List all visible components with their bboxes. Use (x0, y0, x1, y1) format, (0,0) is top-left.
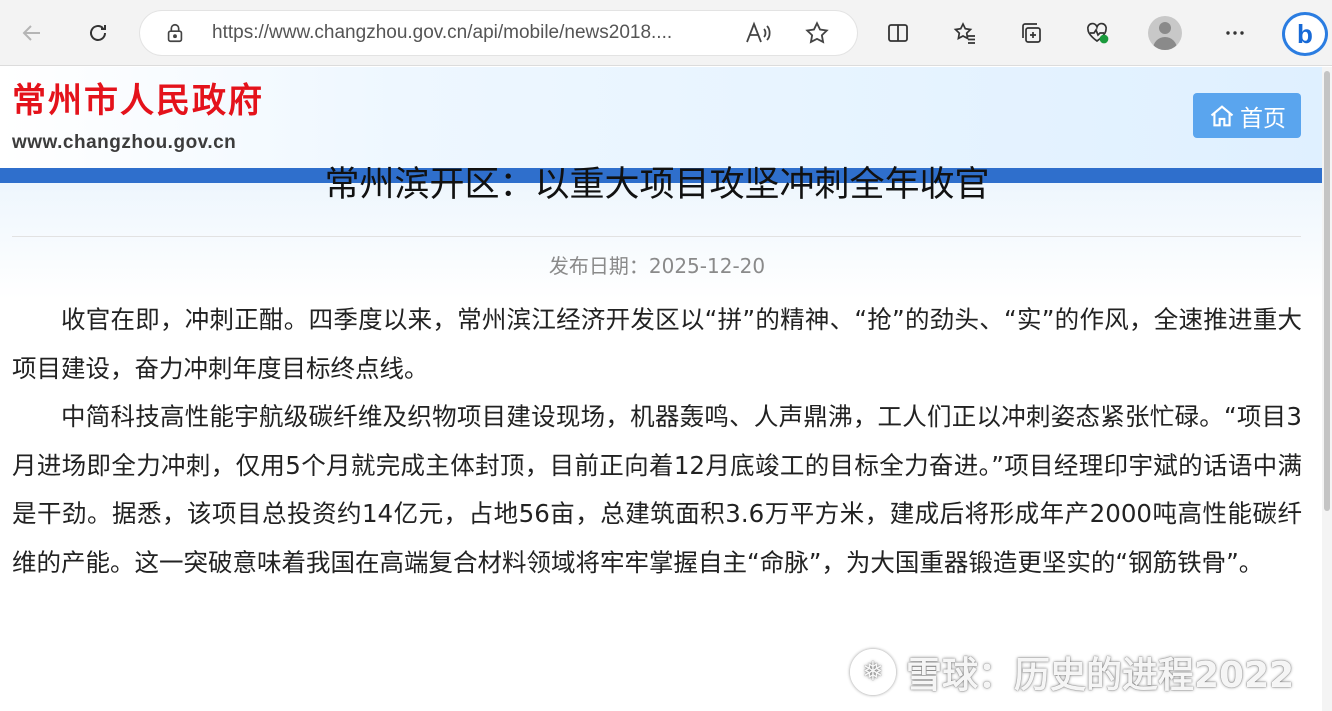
article-paragraph: 收官在即，冲刺正酣。四季度以来，常州滨江经济开发区以“拼”的精神、“抢”的劲头、… (12, 305, 1302, 383)
profile-avatar[interactable] (1148, 16, 1182, 50)
site-logo[interactable]: 常州市人民政府 (12, 80, 264, 122)
xueqiu-watermark: ❅ 雪球：历史的进程2022 (850, 648, 1294, 696)
article-paragraph: 中简科技高性能宇航级碳纤维及织物项目建设现场，机器轰鸣、人声鼎沸，工人们正以冲刺… (12, 402, 1302, 577)
publish-date: 发布日期：2025-12-20 (12, 252, 1302, 280)
collections-icon[interactable] (1011, 13, 1051, 53)
favorite-star-icon[interactable] (804, 20, 832, 48)
site-domain: www.changzhou.gov.cn (12, 132, 237, 153)
more-options-icon[interactable] (1215, 13, 1255, 53)
home-button[interactable]: 首页 (1193, 93, 1301, 138)
url-text[interactable]: https://www.changzhou.gov.cn/api/mobile/… (212, 21, 732, 45)
site-header: 常州市人民政府 www.changzhou.gov.cn 首页 (0, 67, 1322, 168)
browser-toolbar: https://www.changzhou.gov.cn/api/mobile/… (0, 0, 1332, 66)
scrollbar[interactable] (1322, 67, 1332, 711)
title-divider (12, 236, 1301, 237)
watermark-text: 雪球：历史的进程2022 (906, 655, 1295, 696)
home-button-label: 首页 (1240, 105, 1286, 132)
browser-essentials-icon[interactable] (1077, 13, 1117, 53)
read-aloud-icon[interactable] (744, 20, 772, 46)
scrollbar-thumb[interactable] (1324, 71, 1330, 511)
publish-date-value: 2025-12-20 (648, 254, 766, 278)
address-bar[interactable]: https://www.changzhou.gov.cn/api/mobile/… (140, 11, 857, 55)
split-screen-icon[interactable] (878, 13, 918, 53)
article-title: 常州滨开区：以重大项目攻坚冲刺全年收官 (324, 165, 990, 205)
favorites-icon[interactable] (945, 13, 985, 53)
bing-copilot-icon[interactable]: b (1282, 12, 1328, 56)
lock-icon[interactable] (164, 22, 186, 44)
refresh-icon[interactable] (78, 13, 118, 53)
home-icon (1210, 104, 1234, 126)
publish-date-label: 发布日期： (548, 254, 649, 278)
snowflake-logo-icon: ❅ (850, 649, 896, 695)
back-arrow-icon[interactable] (12, 13, 52, 53)
